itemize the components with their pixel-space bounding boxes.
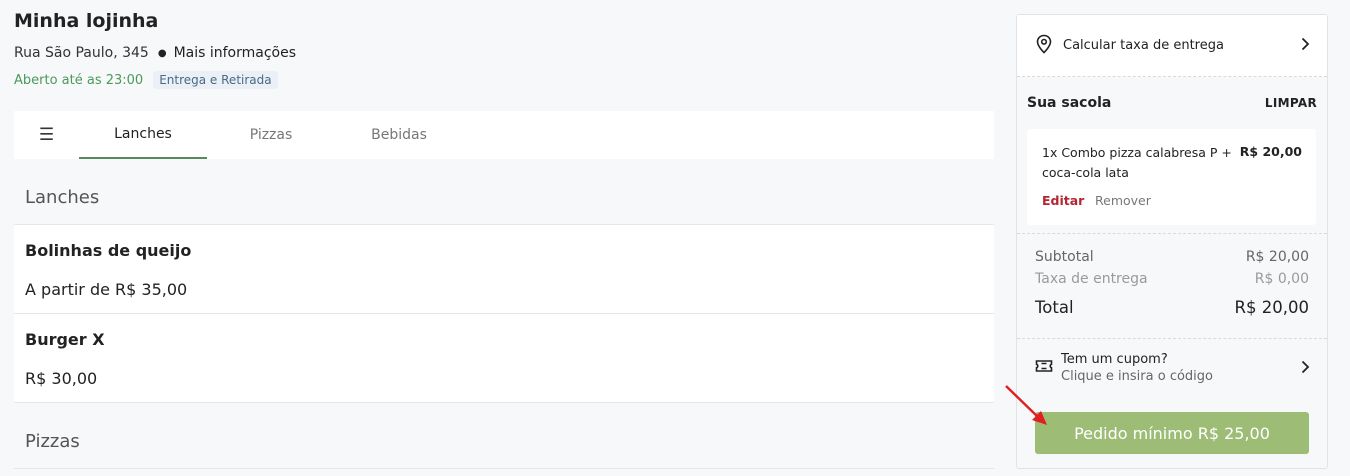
- edit-item-button[interactable]: Editar: [1042, 193, 1084, 208]
- fee-label: Taxa de entrega: [1035, 271, 1148, 287]
- chevron-right-icon: [1300, 36, 1310, 55]
- open-status: Aberto até as 23:00: [14, 72, 144, 88]
- section-title-lanches: Lanches: [25, 187, 100, 208]
- remove-item-button[interactable]: Remover: [1095, 193, 1151, 208]
- separator-dot: ●: [157, 47, 167, 59]
- cart-item-name: 1x Combo pizza calabresa P + coca-cola l…: [1042, 145, 1232, 180]
- ticket-icon: [1035, 358, 1053, 378]
- subtotal-value: R$ 20,00: [1245, 249, 1309, 265]
- delivery-mode-badge: Entrega e Retirada: [153, 71, 278, 89]
- total-value: R$ 20,00: [1234, 298, 1309, 317]
- minimum-order-button[interactable]: Pedido mínimo R$ 25,00: [1035, 412, 1309, 454]
- product-price: R$ 30,00: [25, 369, 98, 388]
- product-name: Burger X: [25, 330, 105, 349]
- calculate-delivery-fee[interactable]: Calcular taxa de entrega: [1017, 15, 1327, 77]
- product-card[interactable]: Burger X R$ 30,00: [14, 313, 994, 402]
- status-row: Aberto até as 23:00 Entrega e Retirada: [14, 71, 278, 89]
- store-title: Minha lojinha: [14, 10, 159, 32]
- location-pin-icon: [1035, 34, 1053, 58]
- more-info-link[interactable]: Mais informações: [174, 45, 296, 61]
- bag-header: Sua sacola LIMPAR: [1027, 95, 1317, 111]
- total-row: Total R$ 20,00: [1035, 298, 1309, 317]
- fee-value: R$ 0,00: [1254, 271, 1309, 287]
- coupon-row[interactable]: Tem um cupom? Clique e insira o código: [1017, 340, 1327, 396]
- bag-title: Sua sacola: [1027, 95, 1112, 111]
- category-tabs: ☰ Lanches Pizzas Bebidas: [14, 111, 994, 159]
- cart-item-price: R$ 20,00: [1239, 144, 1302, 159]
- chevron-right-icon: [1300, 359, 1310, 378]
- delivery-fee-label: Calcular taxa de entrega: [1063, 38, 1224, 53]
- clear-cart-button[interactable]: LIMPAR: [1265, 96, 1317, 110]
- tab-lanches[interactable]: Lanches: [79, 111, 207, 159]
- subtotal-row: Subtotal R$ 20,00: [1035, 249, 1309, 265]
- divider: [14, 468, 994, 469]
- product-price: A partir de R$ 35,00: [25, 280, 188, 299]
- annotation-arrow-icon: [1005, 385, 1047, 425]
- subtotal-label: Subtotal: [1035, 249, 1094, 265]
- cart-panel: Calcular taxa de entrega Sua sacola LIMP…: [1016, 14, 1328, 469]
- hamburger-icon[interactable]: ☰: [14, 111, 79, 159]
- address-row: Rua São Paulo, 345 ● Mais informações: [14, 45, 296, 61]
- product-card[interactable]: Bolinhas de queijo A partir de R$ 35,00: [14, 224, 994, 313]
- product-name: Bolinhas de queijo: [25, 241, 192, 260]
- section-title-pizzas: Pizzas: [25, 431, 80, 452]
- coupon-subtitle: Clique e insira o código: [1061, 369, 1213, 384]
- coupon-title: Tem um cupom?: [1061, 352, 1168, 367]
- divider: [14, 402, 994, 403]
- total-label: Total: [1035, 298, 1074, 317]
- tab-bebidas[interactable]: Bebidas: [335, 111, 463, 159]
- cart-totals: Subtotal R$ 20,00 Taxa de entrega R$ 0,0…: [1017, 233, 1327, 339]
- delivery-fee-row: Taxa de entrega R$ 0,00: [1035, 271, 1309, 287]
- cart-item: 1x Combo pizza calabresa P + coca-cola l…: [1027, 129, 1316, 225]
- store-address: Rua São Paulo, 345: [14, 45, 149, 61]
- tab-pizzas[interactable]: Pizzas: [207, 111, 335, 159]
